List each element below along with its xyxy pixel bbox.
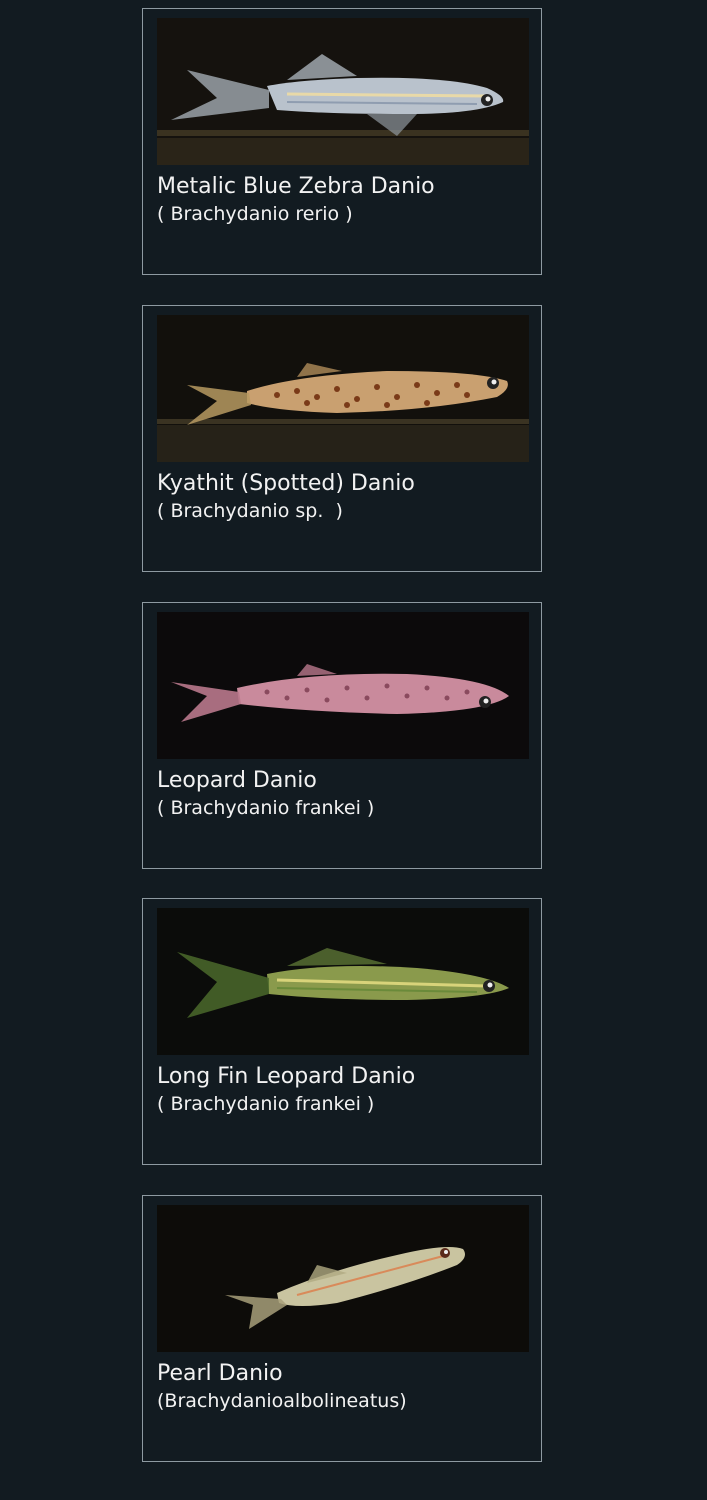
fish-photo: [157, 1205, 529, 1352]
kyathit-danio-image: [157, 315, 529, 462]
fish-common-name: Long Fin Leopard Danio: [157, 1064, 416, 1089]
fish-card-kyathit-spotted-danio: Kyathit (Spotted) Danio ( Brachydanio sp…: [142, 305, 542, 572]
fish-card-pearl-danio: Pearl Danio (Brachydanioalbolineatus): [142, 1195, 542, 1462]
fish-scientific-name: (Brachydanioalbolineatus): [157, 1390, 407, 1412]
fish-scientific-name: ( Brachydanio frankei ): [157, 1093, 375, 1115]
fish-scientific-name: ( Brachydanio rerio ): [157, 203, 353, 225]
fish-photo: [157, 612, 529, 759]
zebra-danio-image: [157, 18, 529, 165]
pearl-danio-image: [157, 1205, 529, 1352]
fish-scientific-name: ( Brachydanio sp. ): [157, 500, 343, 522]
fish-card-long-fin-leopard-danio: Long Fin Leopard Danio ( Brachydanio fra…: [142, 898, 542, 1165]
fish-common-name: Kyathit (Spotted) Danio: [157, 471, 415, 496]
fish-photo: [157, 908, 529, 1055]
leopard-danio-image: [157, 612, 529, 759]
fish-scientific-name: ( Brachydanio frankei ): [157, 797, 375, 819]
fish-photo: [157, 18, 529, 165]
fish-common-name: Metalic Blue Zebra Danio: [157, 174, 435, 199]
fish-common-name: Leopard Danio: [157, 768, 317, 793]
long-fin-leopard-danio-image: [157, 908, 529, 1055]
fish-card-metalic-blue-zebra-danio: Metalic Blue Zebra Danio ( Brachydanio r…: [142, 8, 542, 275]
fish-photo: [157, 315, 529, 462]
fish-card-leopard-danio: Leopard Danio ( Brachydanio frankei ): [142, 602, 542, 869]
fish-common-name: Pearl Danio: [157, 1361, 283, 1386]
